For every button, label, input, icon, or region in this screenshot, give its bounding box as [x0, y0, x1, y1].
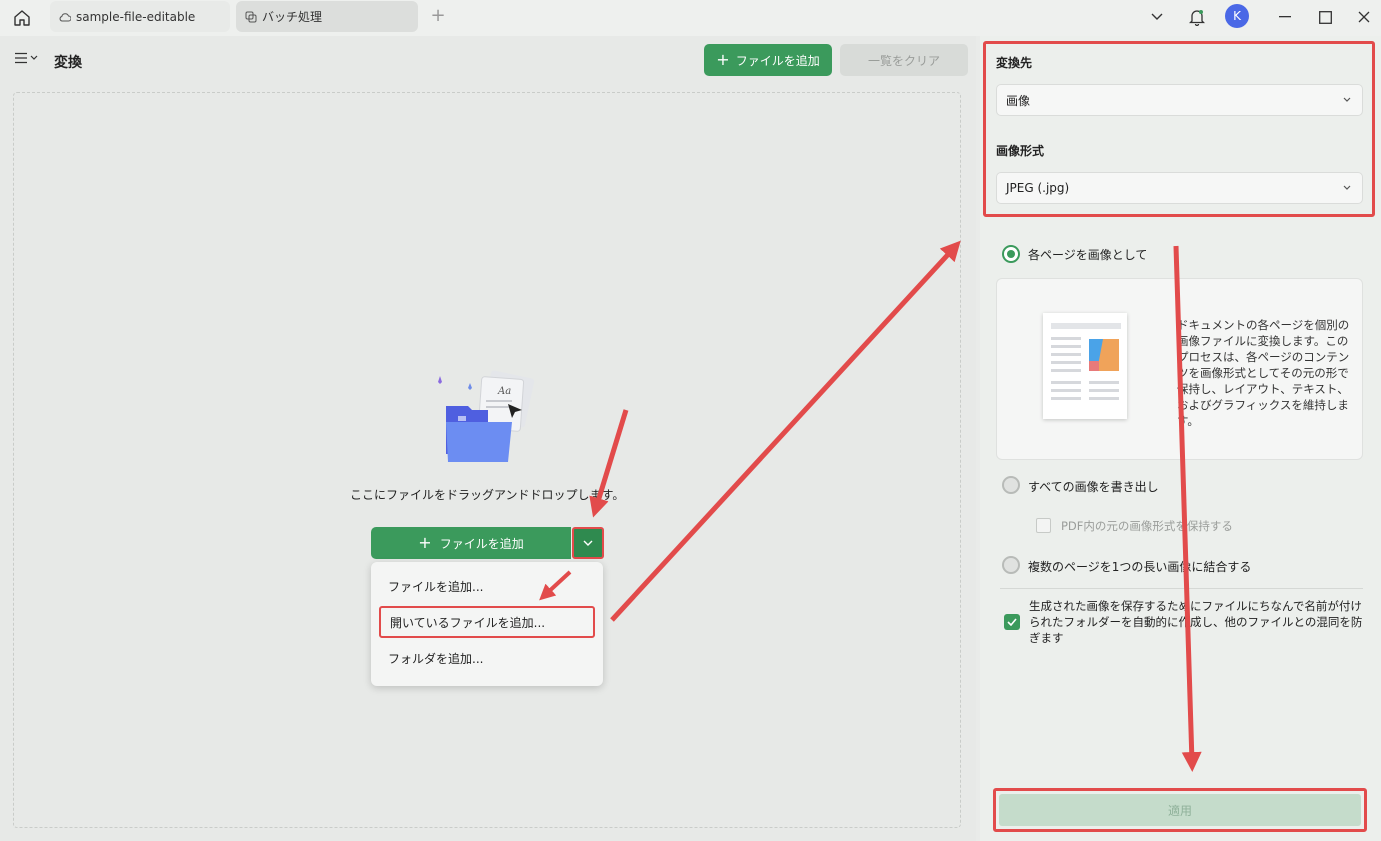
apply-button[interactable]: 適用 [999, 794, 1361, 826]
chevron-down-icon [1343, 185, 1351, 190]
batch-icon [244, 10, 258, 24]
chevron-down-icon [1343, 97, 1351, 102]
tab-label: sample-file-editable [76, 9, 196, 24]
keep-format-checkbox[interactable] [1036, 518, 1051, 533]
radio-merge-long-image-label: 複数のページを1つの長い画像に結合する [1028, 560, 1252, 574]
create-folder-label: 生成された画像を保存するためにファイルにちなんで名前が付けられたフォルダーを自動… [1029, 599, 1363, 645]
divider [1000, 588, 1363, 589]
title-bar: sample-file-editable バッチ処理 + K [0, 0, 1381, 36]
bell-icon[interactable] [1186, 4, 1208, 30]
add-file-main-label: ファイルを追加 [439, 536, 524, 551]
menu-item-add-file[interactable]: ファイルを追加... [379, 570, 595, 602]
add-file-label: ファイルを追加 [735, 53, 820, 68]
add-file-main-button[interactable]: + ファイルを追加 [371, 527, 571, 559]
maximize-icon[interactable] [1314, 4, 1336, 30]
add-options-menu: ファイルを追加... 開いているファイルを追加... フォルダを追加... [371, 562, 603, 686]
page-title: 変換 [54, 55, 82, 71]
add-options-dropdown-button[interactable] [572, 527, 604, 559]
tab-batch[interactable]: バッチ処理 [236, 1, 418, 32]
chevron-down-icon [583, 540, 593, 546]
radio-merge-long-image[interactable] [1002, 556, 1020, 574]
menu-button[interactable] [14, 52, 38, 64]
preview-description: ドキュメントの各ページを個別の画像ファイルに変換します。このプロセスは、各ページ… [1177, 318, 1350, 428]
cloud-icon [58, 10, 72, 24]
chevron-down-icon [30, 55, 38, 60]
settings-panel: 変換先 画像 画像形式 JPEG (.jpg) 各ページを画像として ドキュメン… [980, 36, 1381, 841]
drop-hint-text: ここにファイルをドラッグアンドドロップします。 [350, 488, 625, 502]
plus-icon: + [716, 50, 730, 69]
format-select[interactable]: JPEG (.jpg) [996, 172, 1363, 204]
target-label: 変換先 [996, 56, 1033, 70]
tab-sample-file[interactable]: sample-file-editable [50, 1, 230, 32]
menu-item-add-folder[interactable]: フォルダを追加... [379, 642, 595, 674]
avatar[interactable]: K [1225, 4, 1249, 28]
hamburger-icon [15, 52, 27, 64]
home-icon[interactable] [8, 5, 36, 31]
radio-each-page[interactable] [1002, 245, 1020, 263]
chevron-down-icon[interactable] [1146, 4, 1168, 30]
target-select-value: 画像 [1006, 93, 1031, 108]
tab-label: バッチ処理 [262, 10, 323, 24]
clear-list-button[interactable]: 一覧をクリア [840, 44, 968, 76]
create-folder-checkbox[interactable] [1004, 614, 1020, 630]
close-icon[interactable] [1353, 4, 1375, 30]
folder-illustration-icon: Aa [428, 366, 548, 466]
check-icon [1007, 618, 1017, 626]
keep-format-label: PDF内の元の画像形式を保持する [1061, 519, 1233, 533]
highlight-box: 適用 [993, 788, 1367, 832]
new-tab-button[interactable]: + [428, 6, 448, 26]
format-label: 画像形式 [996, 144, 1045, 158]
document-preview-icon [1043, 313, 1127, 419]
minimize-icon[interactable] [1274, 4, 1296, 30]
radio-export-all-images-label: すべての画像を書き出し [1028, 480, 1159, 494]
preview-card: ドキュメントの各ページを個別の画像ファイルに変換します。このプロセスは、各ページ… [996, 278, 1363, 460]
plus-icon: + [418, 533, 432, 552]
menu-item-add-open-files[interactable]: 開いているファイルを追加... [379, 606, 595, 638]
svg-text:Aa: Aa [497, 386, 511, 397]
convert-panel: 変換 + ファイルを追加 一覧をクリア Aa ここにファイルをドラッグアンドドロ… [0, 36, 976, 841]
add-file-button[interactable]: + ファイルを追加 [704, 44, 832, 76]
radio-each-page-label: 各ページを画像として [1028, 248, 1148, 262]
target-select[interactable]: 画像 [996, 84, 1363, 116]
format-select-value: JPEG (.jpg) [1006, 181, 1070, 195]
radio-export-all-images[interactable] [1002, 476, 1020, 494]
